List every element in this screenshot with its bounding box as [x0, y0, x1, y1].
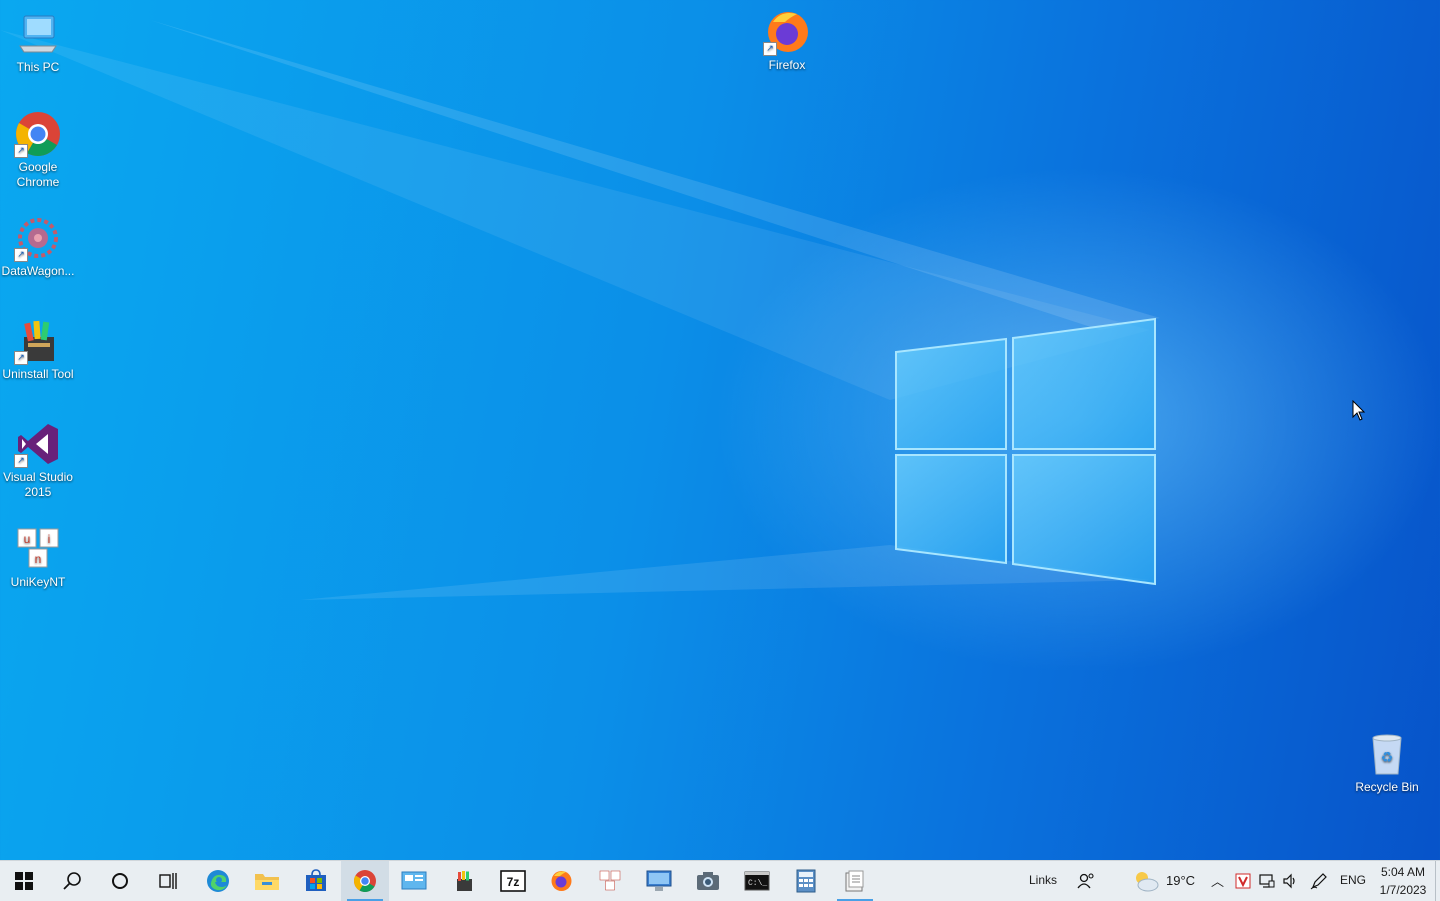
- desktop-icon-this-pc[interactable]: This PC: [0, 10, 76, 75]
- datawagon-icon: [845, 870, 864, 892]
- desktop-icon-chrome[interactable]: ↗ Google Chrome: [0, 110, 76, 190]
- shortcut-arrow-icon: ↗: [14, 248, 28, 262]
- search-button[interactable]: [48, 861, 96, 901]
- uninstall-tool-icon: ↗: [14, 317, 62, 365]
- desktop-icon-label: This PC: [16, 60, 60, 74]
- taskbar-app-file-explorer[interactable]: [243, 861, 291, 901]
- taskbar-app-remote-desktop[interactable]: [635, 861, 683, 901]
- taskbar-app-cmd[interactable]: C:\_: [733, 861, 781, 901]
- svg-text:u: u: [24, 532, 31, 546]
- tray-network[interactable]: [1256, 861, 1278, 901]
- desktop-icon-label: Recycle Bin: [1355, 780, 1419, 794]
- taskbar-app-camera[interactable]: [684, 861, 732, 901]
- cortana-button[interactable]: [96, 861, 144, 901]
- svg-text:C:\_: C:\_: [748, 879, 767, 888]
- antivirus-icon: [1235, 873, 1251, 889]
- show-hidden-icons-chevron-up-icon[interactable]: ︿: [1211, 871, 1224, 890]
- cortana-icon: [112, 873, 128, 889]
- store-icon: [306, 869, 326, 891]
- input-language[interactable]: ENG: [1340, 873, 1366, 887]
- windows-wallpaper-logo: [895, 317, 1156, 586]
- task-view-icon: [159, 873, 177, 889]
- unikey-icon: [599, 870, 621, 891]
- weather-temperature[interactable]: 19°C: [1166, 873, 1195, 888]
- svg-text:♻: ♻: [1381, 750, 1394, 766]
- svg-text:7z: 7z: [507, 875, 520, 889]
- shortcut-arrow-icon: ↗: [14, 144, 28, 158]
- desktop-icon-datawagon[interactable]: ↗ DataWagon...: [0, 214, 76, 279]
- tray-volume[interactable]: [1279, 861, 1301, 901]
- desktop-icon-label: UniKeyNT: [10, 575, 66, 589]
- taskbar-app-uninstall-tool[interactable]: [440, 861, 488, 901]
- chrome-icon: [354, 870, 376, 892]
- show-desktop-button[interactable]: [1435, 861, 1440, 901]
- firefox-icon: ↗: [763, 8, 811, 56]
- unikey-icon: u i n: [14, 525, 62, 573]
- shortcut-arrow-icon: ↗: [14, 454, 28, 468]
- taskbar-app-datawagon[interactable]: [831, 861, 879, 901]
- shortcut-arrow-icon: ↗: [14, 351, 28, 365]
- datawagon-icon: ↗: [14, 214, 62, 262]
- desktop-icon-unikey[interactable]: u i n UniKeyNT: [0, 525, 76, 590]
- edge-icon: [207, 870, 229, 892]
- chrome-icon: ↗: [14, 110, 62, 158]
- 7zip-icon: 7z: [500, 870, 526, 892]
- taskbar-app-store[interactable]: [292, 861, 340, 901]
- desktop-icon-label: Uninstall Tool: [2, 367, 74, 381]
- desktop-icon-firefox[interactable]: ↗ Firefox: [749, 8, 825, 73]
- folder-icon: [255, 874, 279, 890]
- shortcut-arrow-icon: ↗: [763, 42, 777, 56]
- windows-start-icon: [15, 872, 33, 890]
- firefox-icon: [551, 871, 572, 891]
- people-icon: [1077, 873, 1094, 889]
- taskbar: 7z C:\_ Links 19°C ︿ ENG 5:04 AM 1/7/202…: [0, 860, 1440, 901]
- partly-cloudy-icon: [1136, 872, 1159, 892]
- start-button[interactable]: [0, 861, 48, 901]
- tray-pen-workspace[interactable]: [1306, 861, 1332, 901]
- desktop-icon-label: Firefox: [768, 58, 806, 72]
- desktop-icon-uninstall-tool[interactable]: ↗ Uninstall Tool: [0, 317, 76, 382]
- pen-icon: [1310, 873, 1327, 890]
- taskbar-app-unikey[interactable]: [586, 861, 634, 901]
- camera-icon: [697, 872, 719, 890]
- desktop-icon-visual-studio[interactable]: ↗ Visual Studio 2015: [0, 420, 76, 500]
- clock[interactable]: 5:04 AM 1/7/2023: [1372, 863, 1434, 899]
- desktop-icon-label: DataWagon...: [1, 264, 75, 278]
- this-pc-icon: [14, 10, 62, 58]
- taskbar-app-control-panel[interactable]: [390, 861, 438, 901]
- desktop-icon-label: Visual Studio 2015: [3, 470, 73, 499]
- taskbar-app-firefox[interactable]: [537, 861, 585, 901]
- terminal-icon: C:\_: [744, 871, 770, 891]
- uninstall-tool-icon: [457, 871, 472, 891]
- desktop-icon-label: Google Chrome: [16, 160, 60, 189]
- taskbar-app-edge[interactable]: [194, 861, 242, 901]
- taskbar-app-7zip[interactable]: 7z: [489, 861, 537, 901]
- taskbar-app-chrome[interactable]: [341, 861, 389, 901]
- clock-time: 5:04 AM: [1380, 865, 1426, 879]
- mouse-cursor-icon: [1352, 400, 1366, 421]
- svg-text:n: n: [35, 552, 42, 566]
- weather-widget[interactable]: [1126, 861, 1166, 901]
- clock-date: 1/7/2023: [1379, 883, 1427, 897]
- task-view-button[interactable]: [144, 861, 192, 901]
- people-button[interactable]: [1068, 861, 1104, 901]
- tray-antivirus[interactable]: [1232, 861, 1254, 901]
- recycle-bin-icon: ♻: [1363, 730, 1411, 778]
- search-icon: [63, 872, 81, 890]
- calculator-icon: [796, 869, 816, 893]
- control-panel-icon: [401, 871, 427, 890]
- visual-studio-icon: ↗: [14, 420, 62, 468]
- taskbar-app-calculator[interactable]: [782, 861, 830, 901]
- svg-text:i: i: [48, 532, 51, 546]
- monitor-icon: [646, 870, 672, 891]
- desktop-icon-recycle-bin[interactable]: ♻ Recycle Bin: [1349, 730, 1425, 795]
- wallpaper-light-beams: [0, 20, 1160, 600]
- speaker-icon: [1283, 873, 1295, 889]
- network-icon: [1259, 874, 1275, 888]
- links-toolbar[interactable]: Links: [1029, 873, 1057, 887]
